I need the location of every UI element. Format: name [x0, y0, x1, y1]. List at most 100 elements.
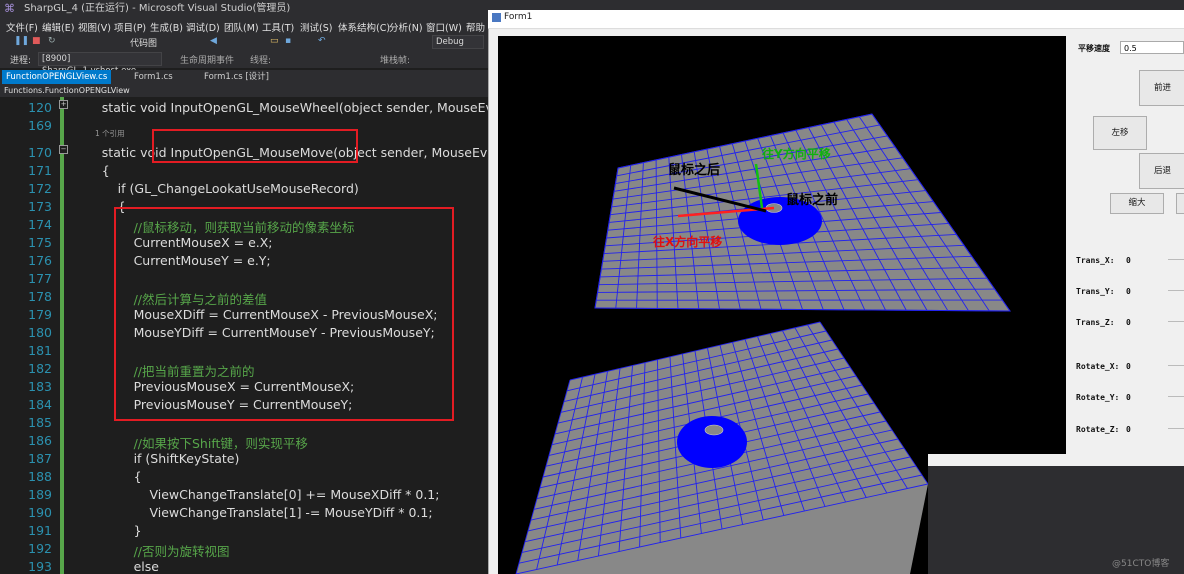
- code-map-button[interactable]: 代码图: [130, 36, 157, 49]
- vs-menu-bar: 文件(F) 编辑(E) 视图(V) 项目(P) 生成(B) 调试(D) 团队(M) 工具(T)…: [0, 18, 490, 34]
- menu-item-1[interactable]: 编辑(E): [42, 20, 74, 34]
- code-line[interactable]: //如果按下Shift键，则实现平移: [70, 433, 308, 452]
- zoom-out-button[interactable]: [1176, 193, 1184, 214]
- value-slider[interactable]: [1168, 396, 1184, 397]
- code-line[interactable]: //否则为旋转视图: [70, 541, 230, 560]
- navigation-bar[interactable]: Functions.FunctionOPENGLView: [0, 84, 490, 98]
- code-line[interactable]: ViewChangeTranslate[1] -= MouseYDiff * 0…: [70, 505, 432, 520]
- line-number: 193: [28, 559, 52, 574]
- menu-item-6[interactable]: 团队(M): [224, 20, 259, 34]
- axis-label: Trans_Y:: [1076, 287, 1115, 296]
- collapse-toggle-icon[interactable]: −: [59, 145, 68, 154]
- axis-label: Rotate_Y:: [1076, 393, 1120, 402]
- stack-frame-label: 堆栈帧:: [380, 56, 411, 66]
- tab-functionopenglview[interactable]: FunctionOPENGLView.cs: [2, 70, 112, 84]
- code-line[interactable]: }: [70, 523, 142, 538]
- menu-item-12[interactable]: 帮助: [466, 20, 485, 34]
- open-folder-icon[interactable]: ▭: [270, 36, 279, 46]
- collapse-toggle-icon[interactable]: +: [59, 100, 68, 109]
- axis-label: Trans_X:: [1076, 256, 1115, 265]
- line-number: 169: [28, 118, 52, 133]
- code-line[interactable]: ViewChangeTranslate[0] += MouseXDiff * 0…: [70, 487, 439, 502]
- highlight-code-block: [114, 207, 454, 421]
- line-number: 170: [28, 145, 52, 160]
- line-number: 174: [28, 217, 52, 232]
- axis-value: 0: [1126, 362, 1131, 371]
- line-number: 178: [28, 289, 52, 304]
- tab-form1-cs[interactable]: Form1.cs: [130, 70, 177, 84]
- axis-label: Trans_Z:: [1076, 318, 1115, 327]
- line-number: 183: [28, 379, 52, 394]
- menu-item-11[interactable]: 窗口(W): [426, 20, 462, 34]
- value-slider[interactable]: [1168, 428, 1184, 429]
- line-number: 180: [28, 325, 52, 340]
- line-number: 188: [28, 469, 52, 484]
- code-line[interactable]: if (ShiftKeyState): [70, 451, 240, 466]
- annotation-y-translate: 往Y方向平移: [762, 146, 831, 161]
- value-slider[interactable]: [1168, 365, 1184, 366]
- code-line[interactable]: if (GL_ChangeLookatUseMouseRecord): [70, 181, 359, 196]
- back-button[interactable]: 后退: [1139, 153, 1184, 189]
- axis-value: 0: [1126, 393, 1131, 402]
- lifecycle-events-label[interactable]: 生命周期事件: [180, 53, 234, 66]
- code-line[interactable]: {: [70, 163, 110, 178]
- menu-item-8[interactable]: 测试(S): [300, 20, 332, 34]
- form1-title-bar: Form1: [488, 10, 1184, 29]
- zoom-in-button[interactable]: 缩大: [1110, 193, 1164, 214]
- annotation-mouse-before: 鼠标之前: [786, 192, 838, 208]
- menu-item-4[interactable]: 生成(B): [150, 20, 183, 34]
- menu-item-3[interactable]: 项目(P): [114, 20, 146, 34]
- form1-title: Form1: [504, 12, 533, 22]
- change-indicator-bar: [60, 97, 64, 574]
- axis-value: 0: [1126, 425, 1131, 434]
- line-number: 175: [28, 235, 52, 250]
- opengl-viewport-bottom[interactable]: [498, 314, 928, 574]
- reference-count-codelens[interactable]: 1 个引用: [95, 128, 125, 139]
- vs-window-title: SharpGL_4 (正在运行) - Microsoft Visual Stud…: [24, 3, 291, 14]
- nav-class-dropdown[interactable]: Functions.FunctionOPENGLView: [4, 84, 130, 97]
- watermark: @51CTO博客: [1112, 559, 1170, 569]
- code-line[interactable]: {: [70, 469, 142, 484]
- menu-item-0[interactable]: 文件(F): [6, 20, 38, 34]
- highlight-method-name: [152, 129, 358, 163]
- disk-shape-bottom: [677, 416, 747, 468]
- line-number: 189: [28, 487, 52, 502]
- undo-icon[interactable]: ↶: [318, 36, 326, 46]
- value-slider[interactable]: [1168, 321, 1184, 322]
- code-line[interactable]: else: [70, 559, 159, 574]
- speed-input[interactable]: 0.5: [1120, 41, 1184, 54]
- annotation-x-translate: 往X方向平移: [653, 234, 722, 249]
- document-tabs: FunctionOPENGLView.cs Form1.cs Form1.cs …: [0, 70, 490, 84]
- line-number: 191: [28, 523, 52, 538]
- line-number: 190: [28, 505, 52, 520]
- value-slider[interactable]: [1168, 259, 1184, 260]
- value-slider[interactable]: [1168, 290, 1184, 291]
- speed-label: 平移速度: [1078, 44, 1110, 53]
- line-number: 184: [28, 397, 52, 412]
- line-number: 187: [28, 451, 52, 466]
- config-select[interactable]: Debug: [432, 35, 484, 49]
- code-line[interactable]: static void InputOpenGL_MouseWheel(objec…: [70, 100, 490, 115]
- navigate-back-icon[interactable]: ◀: [210, 36, 217, 46]
- restart-icon[interactable]: ↻: [48, 36, 56, 46]
- menu-item-5[interactable]: 调试(D): [186, 20, 220, 34]
- line-number: 182: [28, 361, 52, 376]
- stop-icon[interactable]: ■: [32, 36, 41, 46]
- line-number: 185: [28, 415, 52, 430]
- line-number: 179: [28, 307, 52, 322]
- axis-label: Rotate_Z:: [1076, 425, 1120, 434]
- line-number: 186: [28, 433, 52, 448]
- menu-item-10[interactable]: 分析(N): [389, 20, 423, 34]
- process-select[interactable]: [8900] SharpGL_1.vshost.exe: [38, 52, 162, 76]
- axis-value: 0: [1126, 287, 1131, 296]
- tab-form1-designer[interactable]: Form1.cs [设计]: [200, 70, 273, 84]
- menu-item-9[interactable]: 体系结构(C): [338, 20, 390, 34]
- pause-icon[interactable]: ❚❚: [14, 36, 29, 46]
- move-left-button[interactable]: 左移: [1093, 116, 1147, 150]
- forward-button[interactable]: 前进: [1139, 70, 1184, 106]
- menu-item-7[interactable]: 工具(T): [262, 20, 294, 34]
- menu-item-2[interactable]: 视图(V): [78, 20, 111, 34]
- save-icon[interactable]: ▪: [285, 36, 291, 46]
- form-app-icon: [492, 13, 501, 22]
- process-label: 进程:: [10, 56, 32, 66]
